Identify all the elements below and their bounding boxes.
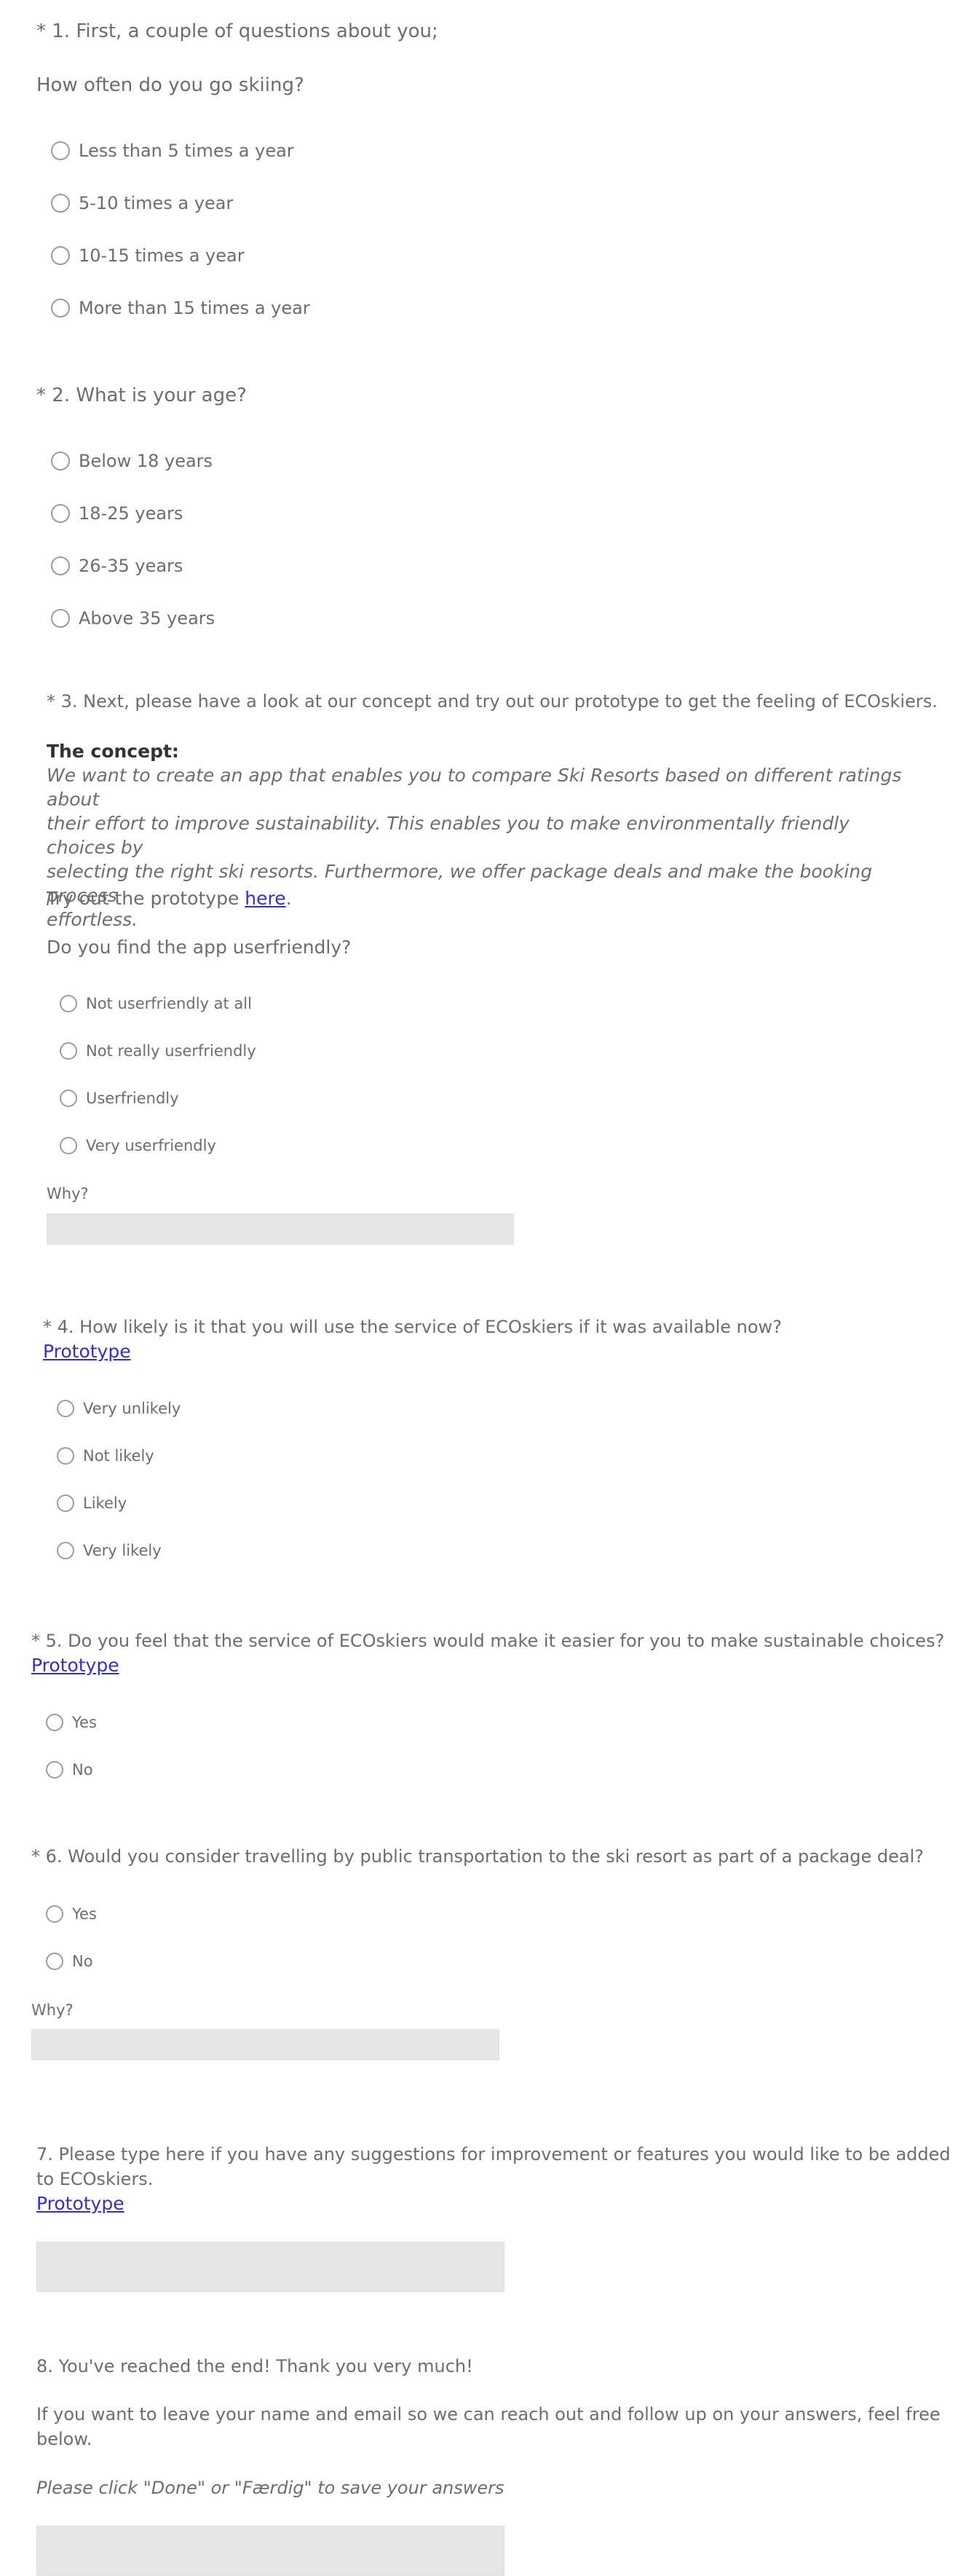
radio-button[interactable] [51,609,70,628]
try-suffix: . [285,888,292,909]
option-label: 10-15 times a year [79,245,245,266]
radio-button[interactable] [57,1494,74,1512]
question-3-subquestion: Do you find the app userfriendly? [47,937,352,958]
q5-option-no[interactable]: No [46,1761,93,1779]
q3-why-label: Why? [47,1185,89,1202]
radio-button[interactable] [51,452,70,470]
question-2-title: * 2. What is your age? [36,385,247,406]
q3-option-4[interactable]: Very userfriendly [60,1137,216,1154]
q6-why-label: Why? [31,2001,74,2019]
q7-suggestions-input[interactable] [36,2242,504,2292]
q5-option-yes[interactable]: Yes [46,1714,97,1731]
radio-button[interactable] [51,504,70,523]
radio-button[interactable] [60,1137,77,1154]
option-label: Not really userfriendly [86,1042,256,1060]
question-8-text-line2: below. [36,2429,92,2449]
q6-option-yes[interactable]: Yes [46,1905,97,1923]
option-label: Likely [83,1494,127,1512]
option-label: Very userfriendly [86,1137,216,1154]
question-3-title: * 3. Next, please have a look at our con… [47,691,938,712]
prototype-here-link[interactable]: here [245,888,285,909]
option-label: Below 18 years [79,451,213,471]
radio-button[interactable] [51,246,70,265]
option-label: Very unlikely [83,1400,181,1417]
q7-prototype-link[interactable]: Prototype [36,2191,124,2215]
question-1-title: * 1. First, a couple of questions about … [36,20,438,42]
question-1-subtitle: How often do you go skiing? [36,74,304,96]
q3-option-1[interactable]: Not userfriendly at all [60,995,252,1012]
q4-option-3[interactable]: Likely [57,1494,127,1512]
q4-option-2[interactable]: Not likely [57,1447,154,1465]
question-8-title: 8. You've reached the end! Thank you ver… [36,2356,473,2376]
question-7-title-line2: to ECOskiers. [36,2169,154,2189]
radio-button[interactable] [46,1714,63,1731]
q6-why-input[interactable] [31,2029,499,2060]
radio-button[interactable] [51,141,70,160]
option-label: 18-25 years [79,503,183,524]
radio-button[interactable] [60,995,77,1012]
q6-option-no[interactable]: No [46,1953,93,1970]
q2-option-2[interactable]: 18-25 years [51,503,183,524]
q4-option-1[interactable]: Very unlikely [57,1400,181,1417]
radio-button[interactable] [57,1447,74,1465]
radio-button[interactable] [60,1042,77,1060]
q1-option-2[interactable]: 5-10 times a year [51,193,233,213]
option-label: Less than 5 times a year [79,141,294,161]
option-label: Very likely [83,1542,162,1559]
try-prototype-line: Try out the prototype here. [47,886,292,910]
option-label: No [72,1953,93,1970]
q4-prototype-link[interactable]: Prototype [43,1339,131,1363]
radio-button[interactable] [51,194,70,213]
radio-button[interactable] [46,1905,63,1923]
radio-button[interactable] [46,1761,63,1779]
question-6-title: * 6. Would you consider travelling by pu… [31,1846,925,1867]
option-label: 26-35 years [79,556,183,576]
q4-option-4[interactable]: Very likely [57,1542,162,1559]
q3-why-input[interactable] [47,1213,514,1245]
question-7-title-line1: 7. Please type here if you have any sugg… [36,2144,951,2165]
q3-option-3[interactable]: Userfriendly [60,1090,179,1107]
try-prefix: Try out the prototype [47,888,245,909]
option-label: 5-10 times a year [79,193,234,213]
option-label: Not likely [83,1447,154,1465]
option-label: Userfriendly [86,1090,179,1107]
q1-option-1[interactable]: Less than 5 times a year [51,141,294,161]
radio-button[interactable] [57,1542,74,1559]
concept-heading: The concept: [47,741,179,762]
option-label: Yes [72,1714,97,1731]
question-8-text-line1: If you want to leave your name and email… [36,2404,941,2425]
q1-option-3[interactable]: 10-15 times a year [51,245,245,266]
q1-option-4[interactable]: More than 15 times a year [51,298,310,318]
question-8-note: Please click "Done" or "Færdig" to save … [36,2478,504,2498]
option-label: Yes [72,1905,97,1923]
question-5-title: * 5. Do you feel that the service of ECO… [31,1631,945,1651]
option-label: No [72,1761,93,1779]
radio-button[interactable] [46,1953,63,1970]
radio-button[interactable] [51,299,70,318]
q3-option-2[interactable]: Not really userfriendly [60,1042,256,1060]
q8-contact-input[interactable] [36,2526,504,2576]
q5-prototype-link[interactable]: Prototype [31,1653,119,1677]
option-label: More than 15 times a year [79,298,310,318]
radio-button[interactable] [51,556,70,575]
radio-button[interactable] [60,1090,77,1107]
option-label: Above 35 years [79,608,215,629]
q2-option-3[interactable]: 26-35 years [51,556,183,576]
question-4-title: * 4. How likely is it that you will use … [43,1317,782,1337]
option-label: Not userfriendly at all [86,995,252,1012]
q2-option-4[interactable]: Above 35 years [51,608,215,629]
q2-option-1[interactable]: Below 18 years [51,451,213,471]
radio-button[interactable] [57,1400,74,1417]
